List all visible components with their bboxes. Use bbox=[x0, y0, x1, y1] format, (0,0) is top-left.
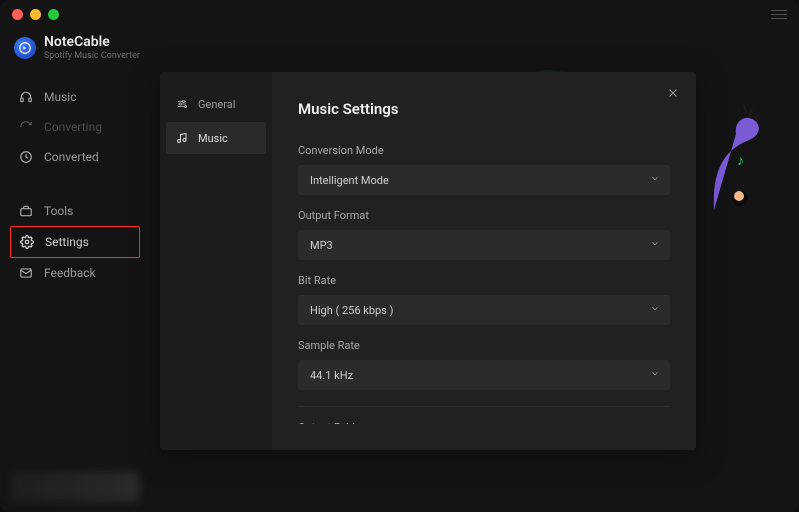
settings-panel: Music Settings Conversion Mode Intellige… bbox=[272, 72, 696, 450]
tab-label: Music bbox=[198, 132, 228, 145]
mail-icon bbox=[18, 265, 34, 281]
maximize-window-button[interactable] bbox=[48, 9, 59, 20]
chevron-down-icon bbox=[650, 304, 660, 317]
sample-rate-label: Sample Rate bbox=[298, 339, 670, 352]
sliders-icon bbox=[174, 96, 190, 112]
convert-icon bbox=[18, 119, 34, 135]
close-window-button[interactable] bbox=[12, 9, 23, 20]
sidebar-item-feedback[interactable]: Feedback bbox=[0, 258, 150, 288]
sidebar-item-label: Feedback bbox=[44, 266, 96, 280]
brand: NoteCable Spotify Music Converter bbox=[14, 34, 140, 61]
sidebar-item-label: Converting bbox=[44, 120, 102, 134]
brand-subtitle: Spotify Music Converter bbox=[44, 51, 140, 61]
waving-arm-illustration bbox=[694, 100, 764, 210]
window-controls bbox=[12, 9, 59, 20]
gear-icon bbox=[19, 234, 35, 250]
sidebar-item-label: Music bbox=[44, 90, 76, 104]
tab-general[interactable]: General bbox=[160, 88, 272, 120]
minimize-window-button[interactable] bbox=[30, 9, 41, 20]
select-value: MP3 bbox=[310, 239, 333, 252]
music-icon bbox=[174, 130, 190, 146]
sample-rate-select[interactable]: 44.1 kHz bbox=[298, 360, 670, 390]
bit-rate-label: Bit Rate bbox=[298, 274, 670, 287]
sidebar-item-label: Settings bbox=[45, 235, 89, 249]
tab-label: General bbox=[198, 98, 235, 111]
blurred-region bbox=[10, 472, 140, 502]
brand-title: NoteCable bbox=[44, 34, 140, 50]
settings-scroll[interactable]: Conversion Mode Intelligent Mode Output … bbox=[298, 144, 670, 424]
clock-icon bbox=[18, 149, 34, 165]
brand-logo-icon bbox=[14, 37, 36, 59]
chevron-down-icon bbox=[650, 369, 660, 382]
sidebar-item-tools[interactable]: Tools bbox=[0, 196, 150, 226]
close-icon bbox=[667, 87, 679, 99]
chevron-down-icon bbox=[650, 239, 660, 252]
sidebar: Music Converting Converted Tools Setting… bbox=[0, 82, 150, 288]
sidebar-item-music[interactable]: Music bbox=[0, 82, 150, 112]
settings-modal: General Music Music Settings Conversion … bbox=[160, 72, 696, 450]
select-value: 44.1 kHz bbox=[310, 369, 353, 382]
bit-rate-select[interactable]: High ( 256 kbps ) bbox=[298, 295, 670, 325]
output-folder-label: Output Folder bbox=[298, 421, 670, 424]
headphones-icon bbox=[18, 89, 34, 105]
sidebar-item-converted[interactable]: Converted bbox=[0, 142, 150, 172]
sidebar-item-converting[interactable]: Converting bbox=[0, 112, 150, 142]
sidebar-item-settings[interactable]: Settings bbox=[19, 227, 131, 257]
panel-title: Music Settings bbox=[298, 100, 670, 118]
music-note-icon: ♪ bbox=[737, 152, 744, 169]
titlebar bbox=[0, 0, 799, 28]
tab-music[interactable]: Music bbox=[166, 122, 266, 154]
chevron-down-icon bbox=[650, 174, 660, 187]
output-format-select[interactable]: MP3 bbox=[298, 230, 670, 260]
toolbox-icon bbox=[18, 203, 34, 219]
select-value: Intelligent Mode bbox=[310, 174, 389, 187]
conversion-mode-label: Conversion Mode bbox=[298, 144, 670, 157]
select-value: High ( 256 kbps ) bbox=[310, 304, 393, 317]
app-window: NoteCable Spotify Music Converter Music … bbox=[0, 0, 799, 512]
sidebar-item-label: Tools bbox=[44, 204, 73, 218]
close-button[interactable] bbox=[664, 84, 682, 102]
conversion-mode-select[interactable]: Intelligent Mode bbox=[298, 165, 670, 195]
output-format-label: Output Format bbox=[298, 209, 670, 222]
menu-icon[interactable] bbox=[771, 10, 787, 19]
sidebar-item-label: Converted bbox=[44, 150, 99, 164]
settings-tabs: General Music bbox=[160, 72, 272, 450]
